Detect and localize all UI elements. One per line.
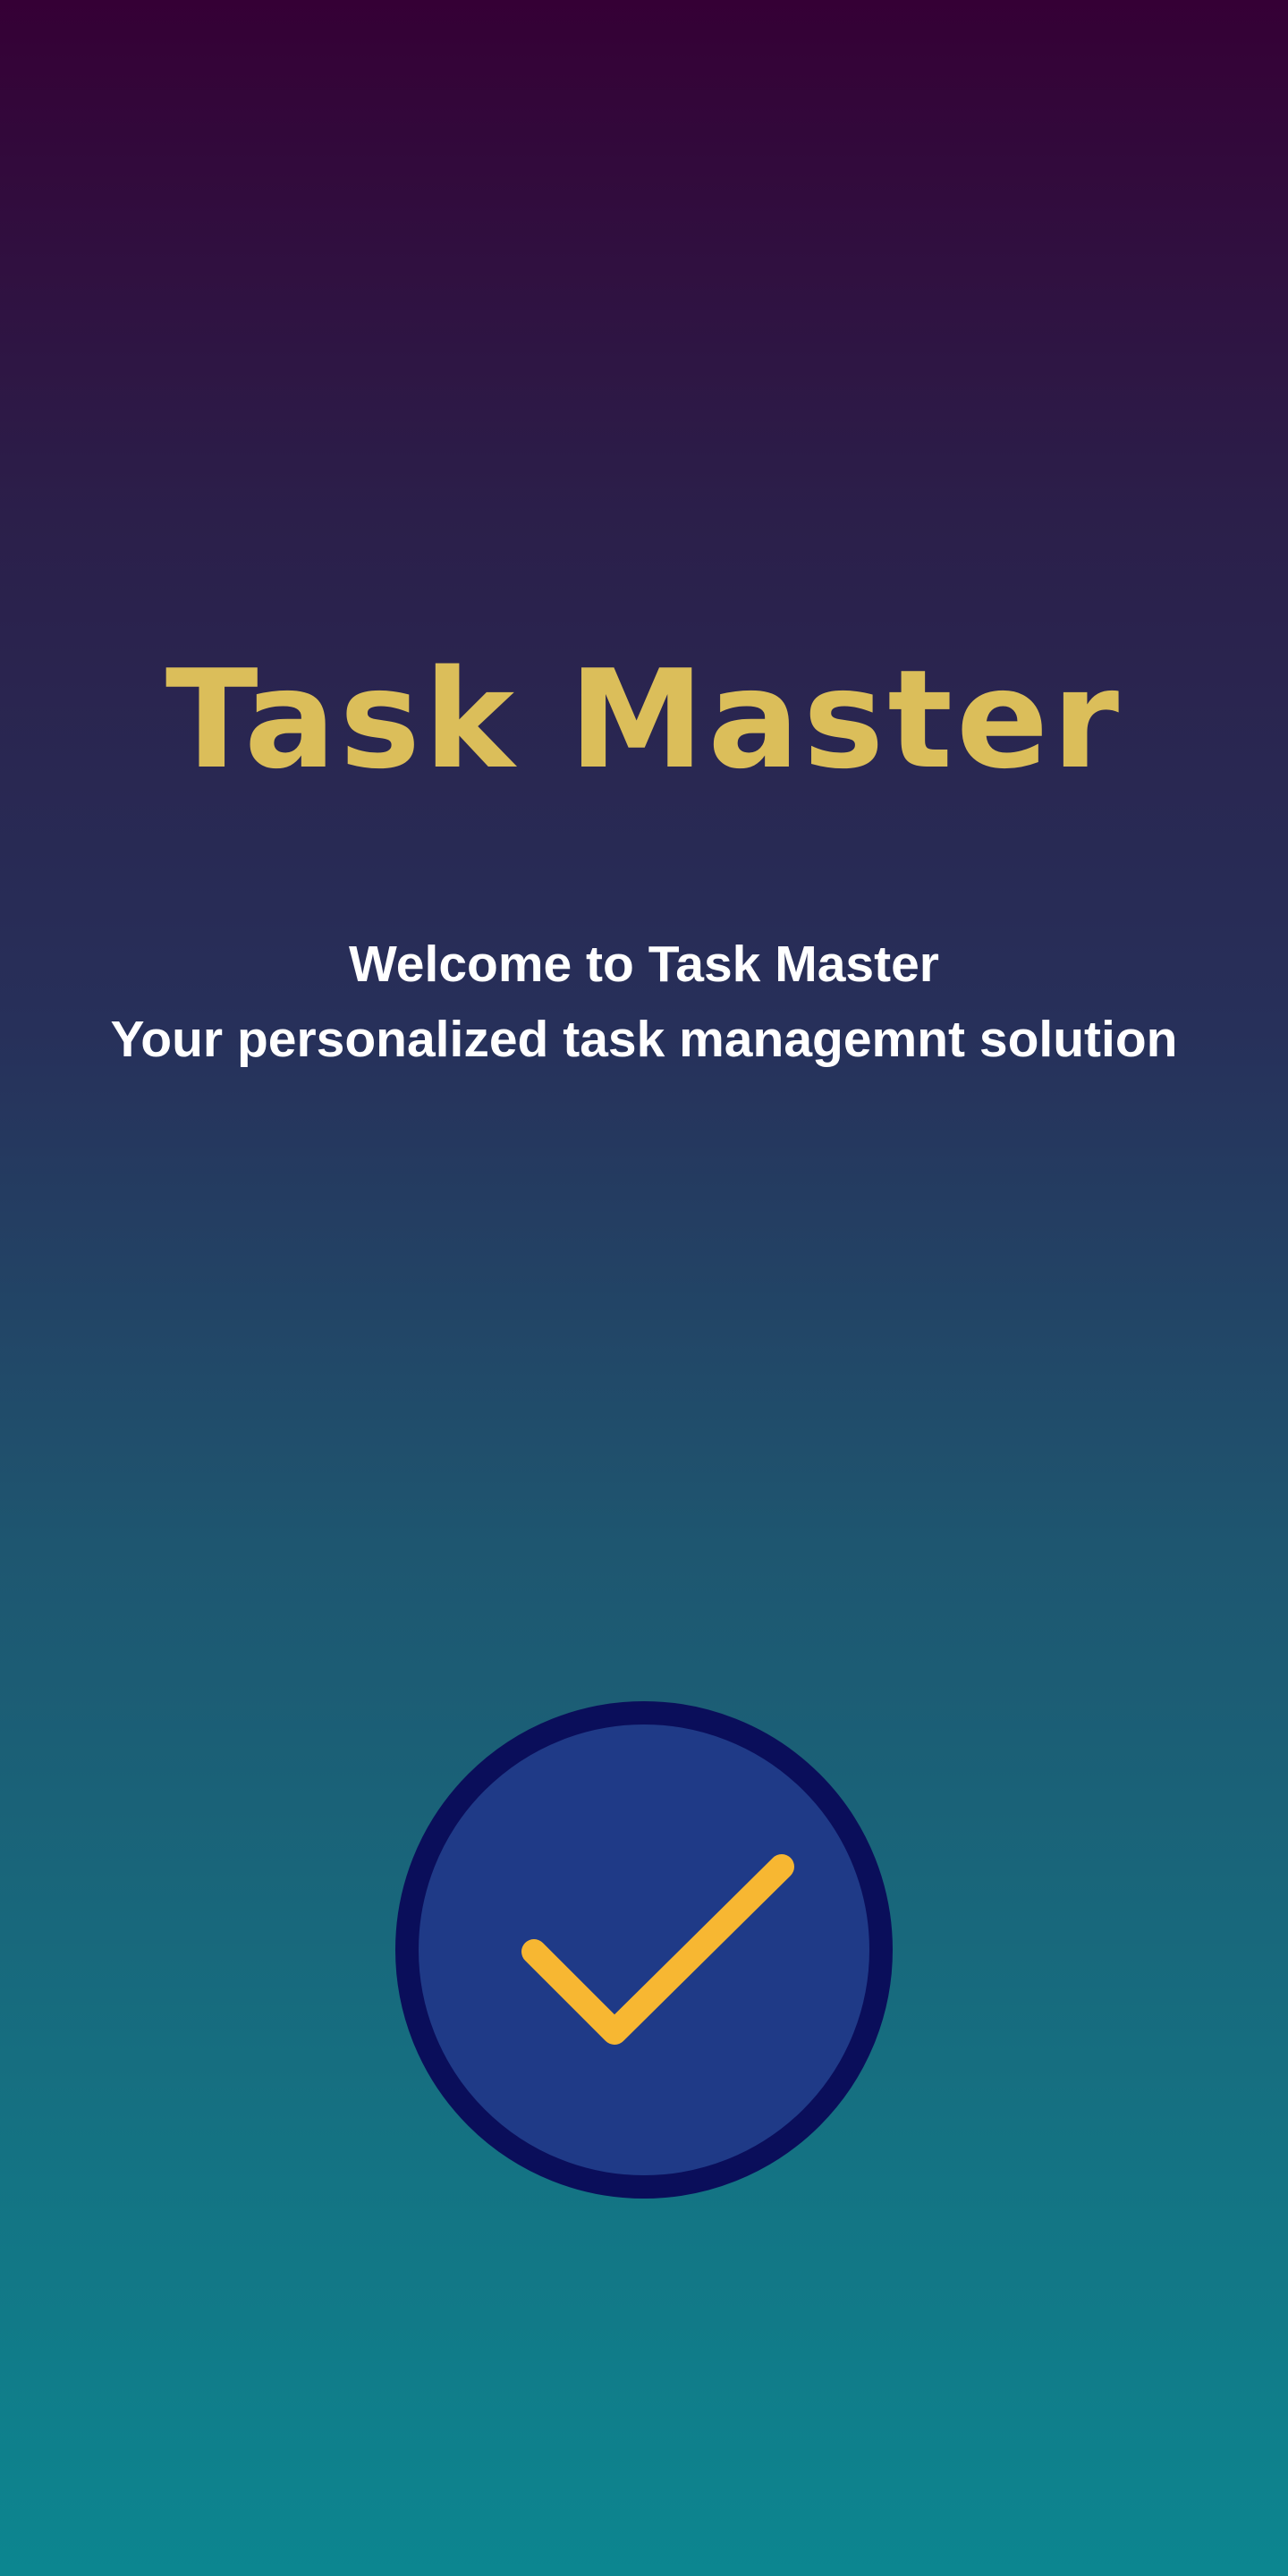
badge-circle (395, 1701, 893, 2199)
tagline: Your personalized task managemnt solutio… (110, 1011, 1178, 1068)
welcome-line: Welcome to Task Master (349, 936, 939, 993)
check-badge (395, 1701, 893, 2199)
splash-screen: Task Master Welcome to Task Master Your … (0, 0, 1288, 2576)
app-title: Task Master (165, 640, 1123, 799)
checkmark-icon (395, 1701, 893, 2199)
welcome-message: Welcome to Task Master Your personalized… (0, 927, 1288, 1077)
